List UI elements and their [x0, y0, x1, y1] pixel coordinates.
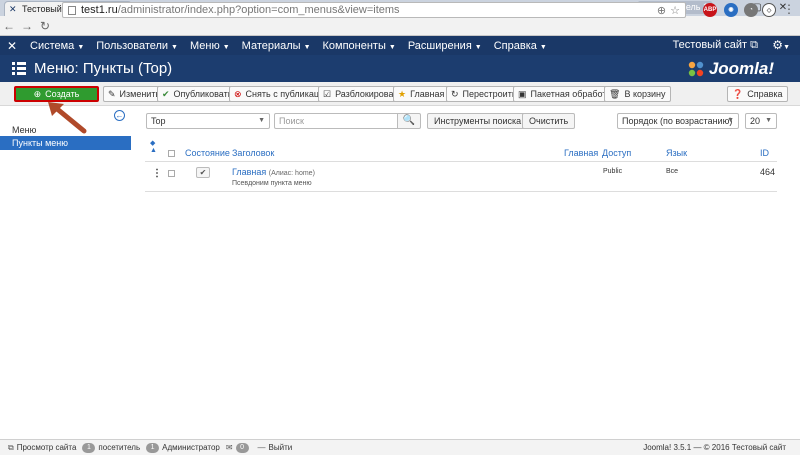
- address-bar[interactable]: test1.ru/administrator/index.php?option=…: [62, 2, 686, 18]
- action-toolbar: ⊕ Создать ✎ Изменить ✔ Опубликовать ⊗ Снять …: [0, 82, 800, 106]
- reload-icon[interactable]: ↻: [36, 17, 54, 35]
- item-id: 464: [760, 167, 776, 177]
- publish-button[interactable]: ✔ Опубликовать: [157, 86, 238, 102]
- extension-icon[interactable]: ◔: [744, 3, 758, 17]
- chevron-down-icon: ▼: [258, 117, 265, 124]
- nav-components[interactable]: Компоненты ▼: [317, 40, 402, 52]
- published-check-icon[interactable]: ✔: [196, 167, 210, 178]
- check-icon: ✔: [162, 88, 170, 99]
- nav-extensions[interactable]: Расширения ▼: [402, 40, 488, 52]
- question-icon: ❓: [732, 88, 744, 99]
- bookmark-star-icon[interactable]: ☆: [670, 4, 680, 17]
- browser-toolbar: ← → ↻: [0, 16, 800, 36]
- visitors-status: 1 посетитель: [82, 442, 140, 453]
- search-icon[interactable]: 🔍: [397, 113, 421, 129]
- sort-icon[interactable]: ◆ ▲: [150, 140, 157, 154]
- logout-link[interactable]: — Выйти: [258, 443, 293, 452]
- page-header: Меню: Пункты (Top) Joomla!: [0, 55, 800, 82]
- gear-icon[interactable]: ⚙▼: [772, 38, 790, 52]
- forward-arrow-icon[interactable]: →: [18, 17, 36, 35]
- joomla-favicon-icon: ✕: [9, 3, 17, 14]
- back-arrow-icon[interactable]: ←: [0, 17, 18, 35]
- menu-select[interactable]: Top ▼: [146, 113, 270, 129]
- select-all-checkbox[interactable]: [168, 150, 175, 157]
- close-circle-icon: ⊗: [234, 88, 242, 99]
- limit-select[interactable]: 20 ▼: [745, 113, 777, 129]
- admin-top-nav: ✕ Система ▼ Пользователи ▼ Меню ▼ Материалы…: [0, 36, 800, 55]
- view-site-link[interactable]: ⧉ Просмотр сайта: [8, 443, 76, 453]
- rebuild-button[interactable]: ↻ Перестроить: [446, 86, 522, 102]
- item-access: Public: [603, 168, 623, 175]
- nav-menus[interactable]: Меню ▼: [184, 40, 236, 52]
- header-access[interactable]: Доступ: [602, 148, 631, 158]
- refresh-icon: ↻: [451, 88, 459, 99]
- nav-help[interactable]: Справка ▼: [488, 40, 553, 52]
- version-info: Joomla! 3.5.1 — © 2016 Тестовый сайт: [643, 443, 786, 452]
- nav-content[interactable]: Материалы ▼: [236, 40, 317, 52]
- messages-status[interactable]: ✉ 0: [225, 442, 252, 453]
- header-status[interactable]: Состояние: [185, 148, 230, 158]
- item-alias: (Алиас: home): [268, 170, 315, 177]
- item-title-cell: Главная (Алиас: home): [232, 167, 315, 177]
- status-bar: ⧉ Просмотр сайта 1 посетитель 1 Администрат…: [0, 439, 800, 455]
- external-link-icon: ⧉: [750, 39, 758, 51]
- header-home[interactable]: Главная: [564, 148, 598, 158]
- external-link-icon: ⧉: [8, 442, 14, 452]
- site-link[interactable]: Тестовый сайт ⧉: [673, 39, 758, 52]
- chevron-down-icon: ▼: [727, 117, 734, 124]
- item-language: Все: [666, 168, 679, 175]
- table-header: ◆ ▲ Состояние Заголовок Главная Доступ Яз…: [145, 140, 777, 162]
- sidebar-item-menus[interactable]: Меню: [0, 123, 131, 137]
- edit-button[interactable]: ✎ Изменить: [103, 86, 166, 102]
- plus-icon: ⊕: [33, 88, 42, 99]
- zoom-icon[interactable]: ⊕: [657, 4, 666, 17]
- ordering-select[interactable]: Порядок (по возрастанию) ▼: [617, 113, 739, 129]
- header-language[interactable]: Язык: [666, 148, 687, 158]
- page-title: Меню: Пункты (Top): [34, 60, 173, 77]
- trash-button[interactable]: 🗑 В корзину: [604, 86, 671, 102]
- address-url: test1.ru/administrator/index.php?option=…: [81, 4, 400, 16]
- nav-users[interactable]: Пользователи ▼: [90, 40, 184, 52]
- search-input[interactable]: Поиск: [274, 113, 398, 129]
- batch-icon: ▣: [518, 88, 527, 99]
- item-title-link[interactable]: Главная: [232, 167, 266, 177]
- admins-status: 1 Администратор: [146, 442, 220, 453]
- star-icon: ★: [398, 88, 407, 99]
- envelope-icon: ✉: [225, 443, 233, 452]
- joomla-brand: Joomla!: [687, 59, 774, 79]
- joomla-mark-icon: [688, 61, 704, 77]
- table-row: ⋮ ✔ Главная (Алиас: home) Псевдоним пунк…: [145, 162, 777, 192]
- trash-icon: 🗑: [609, 88, 621, 99]
- chevron-down-icon: ▼: [765, 117, 772, 124]
- edit-icon: ✎: [108, 88, 116, 99]
- joomla-logo-icon[interactable]: ✕: [0, 39, 24, 53]
- drag-handle-icon[interactable]: ⋮: [152, 168, 162, 179]
- help-button[interactable]: ❓ Справка: [727, 86, 788, 102]
- clear-button[interactable]: Очистить: [522, 113, 576, 129]
- menu-items-table: ◆ ▲ Состояние Заголовок Главная Доступ Яз…: [145, 140, 777, 192]
- sidebar-collapse-icon[interactable]: ←: [114, 110, 125, 121]
- header-title[interactable]: Заголовок: [232, 148, 274, 158]
- row-checkbox[interactable]: [168, 170, 175, 177]
- page-icon: [68, 5, 76, 15]
- adblock-extension-icon[interactable]: ABP: [703, 3, 717, 17]
- minus-icon: —: [257, 443, 266, 452]
- checkbox-icon: ☑: [323, 88, 332, 99]
- header-id[interactable]: ID: [760, 148, 769, 158]
- extension-icon[interactable]: ◇: [762, 3, 776, 17]
- item-note: Псевдоним пункта меню: [232, 180, 312, 187]
- extension-icon[interactable]: ◉: [724, 3, 738, 17]
- browser-menu-icon[interactable]: ⋮: [783, 2, 795, 16]
- sidebar-item-menu-items[interactable]: Пункты меню: [0, 136, 131, 150]
- home-button[interactable]: ★ Главная: [393, 86, 450, 102]
- list-icon: [12, 62, 26, 75]
- nav-system[interactable]: Система ▼: [24, 40, 90, 52]
